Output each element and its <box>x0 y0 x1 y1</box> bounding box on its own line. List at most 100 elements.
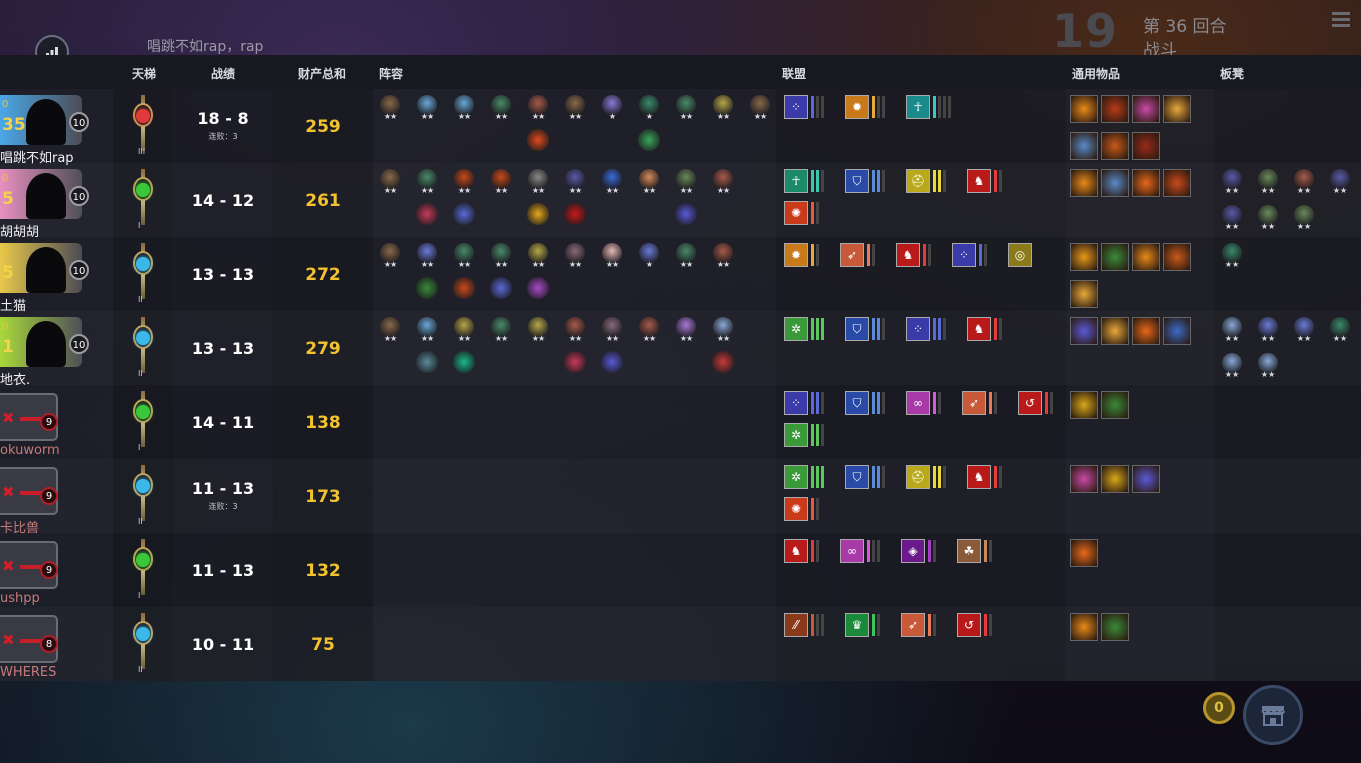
alliance-badge[interactable]: ⁘ <box>784 95 827 121</box>
alliance-badge[interactable]: ✲ <box>784 317 827 343</box>
hero-unit[interactable]: ★ <box>600 95 624 125</box>
hero-unit[interactable]: ★★ <box>489 169 513 199</box>
hero-unit[interactable]: ★★ <box>489 243 513 273</box>
hero-unit[interactable]: ★★ <box>563 169 587 199</box>
bench-unit[interactable]: ★★ <box>1292 317 1316 347</box>
hero-unit[interactable]: ★★ <box>378 317 402 347</box>
global-item-icon[interactable] <box>1101 391 1129 419</box>
alliance-badge[interactable]: ↺ <box>1018 391 1056 417</box>
player-row[interactable]: ✖ 9 ushpp I 11 - 13 132 ♞ ∞ ◈ ☘ <box>0 533 1361 607</box>
hero-unit[interactable]: ★★ <box>452 317 476 347</box>
equipped-item-icon[interactable] <box>490 277 512 299</box>
hero-unit[interactable]: ★★ <box>489 317 513 347</box>
bench-unit[interactable]: ★★ <box>1220 353 1244 383</box>
alliance-badge[interactable]: ⁘ <box>906 317 949 343</box>
alliance-badge[interactable]: ☘ <box>957 539 995 565</box>
hero-unit[interactable]: ★★ <box>600 169 624 199</box>
equipped-item-icon[interactable] <box>527 129 549 151</box>
shop-button[interactable] <box>1243 685 1303 745</box>
equipped-item-icon[interactable] <box>416 203 438 225</box>
hero-unit[interactable]: ★ <box>637 95 661 125</box>
bench-unit[interactable]: ★★ <box>1256 353 1280 383</box>
alliance-badge[interactable]: ⛉ <box>845 169 888 195</box>
global-item-icon[interactable] <box>1101 132 1129 160</box>
global-item-icon[interactable] <box>1132 95 1160 123</box>
hero-unit[interactable]: ★★ <box>711 95 735 125</box>
alliance-badge[interactable]: ☥ <box>906 95 954 121</box>
hero-unit[interactable]: ★★ <box>415 243 439 273</box>
bench-unit[interactable]: ★★ <box>1256 169 1280 199</box>
alliance-badge[interactable]: ♞ <box>784 539 822 565</box>
player-row[interactable]: 0 1 10 地衣. II 13 - 13 279 ★★ ★★ ★★ ★★ ★★ ★★ ★★ ★★ ★★ ★★ ✲… <box>0 311 1361 388</box>
bench-unit[interactable]: ★★ <box>1220 317 1244 347</box>
hero-unit[interactable]: ★★ <box>711 317 735 347</box>
player-row[interactable]: 0 5 10 土猫 II 13 - 13 272 ★★ ★★ ★★ ★★ ★★ ★★ ★★ ★ ★★ ★★ ✹ ➶ ♞… <box>0 237 1361 314</box>
equipped-item-icon[interactable] <box>638 129 660 151</box>
player-row[interactable]: ✖ 9 卡比兽 II 11 - 13 连败：3 173 ✲ ⛉ ⛑ ♞ ✺ <box>0 459 1361 536</box>
alliance-badge[interactable]: ↺ <box>957 613 995 639</box>
hero-unit[interactable]: ★★ <box>526 243 550 273</box>
hero-unit[interactable]: ★★ <box>674 243 698 273</box>
alliance-badge[interactable]: ∞ <box>906 391 944 417</box>
global-item-icon[interactable] <box>1070 132 1098 160</box>
alliance-badge[interactable]: ➶ <box>901 613 939 639</box>
hero-unit[interactable]: ★★ <box>563 317 587 347</box>
hero-unit[interactable]: ★★ <box>415 169 439 199</box>
hero-unit[interactable]: ★★ <box>378 95 402 125</box>
global-item-icon[interactable] <box>1163 243 1191 271</box>
global-item-icon[interactable] <box>1101 169 1129 197</box>
alliance-badge[interactable]: ✲ <box>784 423 827 449</box>
global-item-icon[interactable] <box>1070 391 1098 419</box>
alliance-badge[interactable]: ♞ <box>967 465 1005 491</box>
player-row[interactable]: 0 35 10 唱跳不如rap III 18 - 8 连败：3 259 ★★ ★★ ★★ ★★ ★★ ★★… <box>0 89 1361 166</box>
global-item-icon[interactable] <box>1070 613 1098 641</box>
player-row[interactable]: ✖ 8 WHERES II 10 - 11 75 ⁄⁄ ♛ ➶ ↺ <box>0 607 1361 681</box>
global-item-icon[interactable] <box>1070 317 1098 345</box>
hero-unit[interactable]: ★★ <box>674 95 698 125</box>
bench-unit[interactable]: ★★ <box>1256 317 1280 347</box>
equipped-item-icon[interactable] <box>564 203 586 225</box>
global-item-icon[interactable] <box>1070 95 1098 123</box>
alliance-badge[interactable]: ⛑ <box>906 465 949 491</box>
menu-icon[interactable] <box>1332 12 1350 28</box>
global-item-icon[interactable] <box>1070 465 1098 493</box>
alliance-badge[interactable]: ⁘ <box>952 243 990 269</box>
hero-unit[interactable]: ★★ <box>526 317 550 347</box>
alliance-badge[interactable]: ⁄⁄ <box>784 613 827 639</box>
bench-unit[interactable]: ★★ <box>1220 243 1244 273</box>
global-item-icon[interactable] <box>1132 169 1160 197</box>
alliance-badge[interactable]: ⛉ <box>845 465 888 491</box>
bench-unit[interactable]: ★★ <box>1256 205 1280 235</box>
hero-unit[interactable]: ★★ <box>711 243 735 273</box>
bench-unit[interactable]: ★★ <box>1292 169 1316 199</box>
global-item-icon[interactable] <box>1070 280 1098 308</box>
alliance-badge[interactable]: ✲ <box>784 465 827 491</box>
hero-unit[interactable]: ★★ <box>378 243 402 273</box>
global-item-icon[interactable] <box>1132 317 1160 345</box>
alliance-badge[interactable]: ⛑ <box>906 169 949 195</box>
bench-unit[interactable]: ★★ <box>1292 205 1316 235</box>
hero-unit[interactable]: ★★ <box>415 95 439 125</box>
alliance-badge[interactable]: ➶ <box>840 243 878 269</box>
global-item-icon[interactable] <box>1070 169 1098 197</box>
global-item-icon[interactable] <box>1163 169 1191 197</box>
alliance-badge[interactable]: ✹ <box>845 95 888 121</box>
hero-unit[interactable]: ★★ <box>600 317 624 347</box>
hero-unit[interactable]: ★★ <box>637 169 661 199</box>
alliance-badge[interactable]: ✹ <box>784 243 822 269</box>
alliance-badge[interactable]: ⛉ <box>845 317 888 343</box>
bench-unit[interactable]: ★★ <box>1328 169 1352 199</box>
equipped-item-icon[interactable] <box>527 277 549 299</box>
alliance-badge[interactable]: ♛ <box>845 613 883 639</box>
alliance-badge[interactable]: ♞ <box>967 317 1005 343</box>
equipped-item-icon[interactable] <box>453 351 475 373</box>
alliance-badge[interactable]: ♞ <box>967 169 1005 195</box>
equipped-item-icon[interactable] <box>453 277 475 299</box>
equipped-item-icon[interactable] <box>453 203 475 225</box>
hero-unit[interactable]: ★★ <box>674 317 698 347</box>
alliance-badge[interactable]: ✺ <box>784 201 822 227</box>
hero-unit[interactable]: ★★ <box>452 95 476 125</box>
player-row[interactable]: 0 5 10 胡胡胡 I 14 - 12 261 ★★ ★★ ★★ ★★ ★★ ★★ ★★ ★★ ★★ ★★ ☥ ⛉… <box>0 163 1361 240</box>
alliance-badge[interactable]: ✺ <box>784 497 822 523</box>
bench-unit[interactable]: ★★ <box>1220 169 1244 199</box>
